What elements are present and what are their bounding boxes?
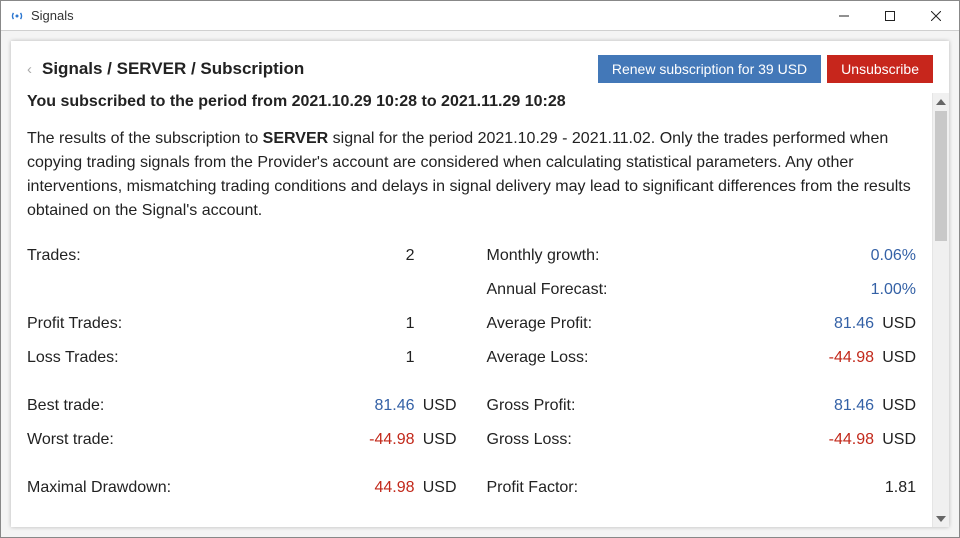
trades-label: Trades: bbox=[27, 247, 406, 265]
vertical-scrollbar[interactable] bbox=[932, 93, 949, 527]
maximize-button[interactable] bbox=[867, 1, 913, 31]
avg-profit-unit: USD bbox=[878, 315, 916, 333]
profit-trades-row: Profit Trades: 1 bbox=[27, 315, 457, 349]
loss-trades-label: Loss Trades: bbox=[27, 349, 406, 367]
avg-loss-unit: USD bbox=[878, 349, 916, 367]
scroll-up-arrow-icon[interactable] bbox=[933, 93, 949, 110]
header-row: ‹ Signals / SERVER / Subscription Renew … bbox=[11, 41, 949, 93]
window-title: Signals bbox=[31, 8, 74, 23]
monthly-growth-row: Monthly growth: 0.06% bbox=[487, 247, 917, 281]
annual-forecast-value: 1.00% bbox=[871, 281, 916, 299]
loss-trades-row: Loss Trades: 1 bbox=[27, 349, 457, 383]
gross-loss-unit: USD bbox=[878, 431, 916, 449]
worst-trade-label: Worst trade: bbox=[27, 431, 369, 449]
stats-right-column: Monthly growth: 0.06% Annual Forecast: 1… bbox=[487, 247, 917, 513]
avg-profit-label: Average Profit: bbox=[487, 315, 834, 333]
gross-loss-label: Gross Loss: bbox=[487, 431, 829, 449]
content: You subscribed to the period from 2021.1… bbox=[11, 93, 932, 527]
stats-grid: Trades: 2 Profit Trades: 1 bbox=[27, 247, 916, 513]
app-window: Signals ‹ Signals / SERVER / Subscriptio… bbox=[0, 0, 960, 538]
panel-container: ‹ Signals / SERVER / Subscription Renew … bbox=[1, 31, 959, 537]
max-drawdown-label: Maximal Drawdown: bbox=[27, 479, 374, 497]
trades-row: Trades: 2 bbox=[27, 247, 457, 281]
subscription-period-line: You subscribed to the period from 2021.1… bbox=[27, 93, 916, 111]
max-drawdown-row: Maximal Drawdown: 44.98 USD bbox=[27, 479, 457, 513]
profit-factor-row: Profit Factor: 1.81 bbox=[487, 479, 917, 513]
max-drawdown-unit: USD bbox=[419, 479, 457, 497]
profit-factor-value: 1.81 bbox=[885, 479, 916, 497]
best-trade-row: Best trade: 81.46 USD bbox=[27, 397, 457, 431]
monthly-growth-value: 0.06% bbox=[871, 247, 916, 265]
minimize-button[interactable] bbox=[821, 1, 867, 31]
best-trade-unit: USD bbox=[419, 397, 457, 415]
gross-profit-unit: USD bbox=[878, 397, 916, 415]
signals-panel: ‹ Signals / SERVER / Subscription Renew … bbox=[11, 41, 949, 527]
unsubscribe-button[interactable]: Unsubscribe bbox=[827, 55, 933, 83]
scroll-area: You subscribed to the period from 2021.1… bbox=[11, 93, 949, 527]
max-drawdown-value: 44.98 bbox=[374, 479, 414, 497]
profit-factor-label: Profit Factor: bbox=[487, 479, 885, 497]
gross-loss-value: -44.98 bbox=[829, 431, 874, 449]
signals-app-icon bbox=[9, 8, 25, 24]
worst-trade-row: Worst trade: -44.98 USD bbox=[27, 431, 457, 465]
worst-trade-unit: USD bbox=[419, 431, 457, 449]
annual-forecast-label: Annual Forecast: bbox=[487, 281, 871, 299]
avg-profit-value: 81.46 bbox=[834, 315, 874, 333]
gross-profit-label: Gross Profit: bbox=[487, 397, 834, 415]
profit-trades-value: 1 bbox=[406, 315, 415, 333]
avg-profit-row: Average Profit: 81.46 USD bbox=[487, 315, 917, 349]
gross-loss-row: Gross Loss: -44.98 USD bbox=[487, 431, 917, 465]
gross-profit-row: Gross Profit: 81.46 USD bbox=[487, 397, 917, 431]
scrollbar-thumb[interactable] bbox=[935, 111, 947, 241]
description-text: The results of the subscription to SERVE… bbox=[27, 127, 916, 223]
description-server-name: SERVER bbox=[263, 130, 329, 147]
stats-left-column: Trades: 2 Profit Trades: 1 bbox=[27, 247, 457, 513]
description-prefix: The results of the subscription to bbox=[27, 130, 263, 147]
breadcrumb[interactable]: Signals / SERVER / Subscription bbox=[42, 59, 304, 79]
monthly-growth-label: Monthly growth: bbox=[487, 247, 871, 265]
gross-profit-value: 81.46 bbox=[834, 397, 874, 415]
best-trade-label: Best trade: bbox=[27, 397, 374, 415]
titlebar: Signals bbox=[1, 1, 959, 31]
back-chevron-icon[interactable]: ‹ bbox=[27, 61, 32, 78]
worst-trade-value: -44.98 bbox=[369, 431, 414, 449]
avg-loss-label: Average Loss: bbox=[487, 349, 829, 367]
loss-trades-value: 1 bbox=[406, 349, 415, 367]
trades-value: 2 bbox=[406, 247, 415, 265]
profit-trades-label: Profit Trades: bbox=[27, 315, 406, 333]
renew-subscription-button[interactable]: Renew subscription for 39 USD bbox=[598, 55, 821, 83]
annual-forecast-row: Annual Forecast: 1.00% bbox=[487, 281, 917, 315]
scroll-down-arrow-icon[interactable] bbox=[933, 510, 949, 527]
best-trade-value: 81.46 bbox=[374, 397, 414, 415]
avg-loss-value: -44.98 bbox=[829, 349, 874, 367]
avg-loss-row: Average Loss: -44.98 USD bbox=[487, 349, 917, 383]
close-button[interactable] bbox=[913, 1, 959, 31]
